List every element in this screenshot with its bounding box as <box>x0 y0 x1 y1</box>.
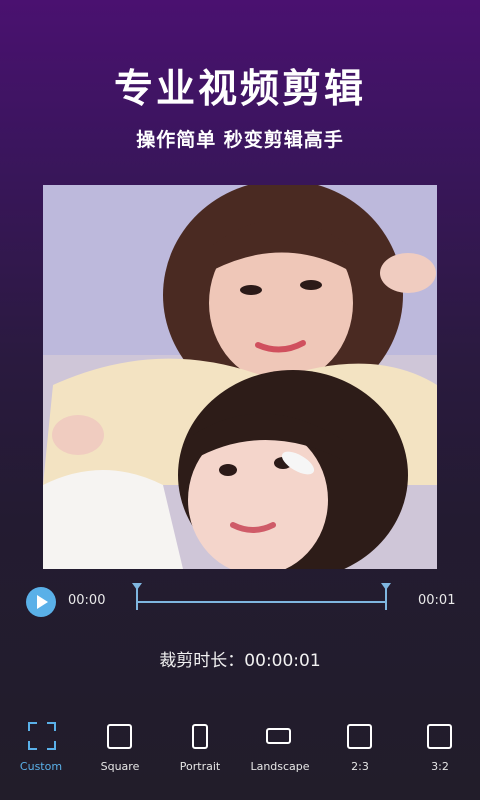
square-icon <box>347 724 372 749</box>
video-preview <box>43 185 437 569</box>
aspect-ratio-toolbar: Custom Square Portrait Landscape 2:3 3:2 <box>0 715 480 785</box>
ratio-landscape[interactable]: Landscape <box>240 715 320 785</box>
ratio-label: 2:3 <box>351 760 369 773</box>
ratio-label: Portrait <box>179 760 221 773</box>
promo-subline: 操作简单 秒变剪辑高手 <box>136 129 344 151</box>
square-icon <box>107 724 132 749</box>
ratio-custom[interactable]: Custom <box>1 715 81 785</box>
ratio-2-3[interactable]: 2:3 <box>320 715 400 785</box>
square-icon <box>427 724 452 749</box>
ratio-label: 3:2 <box>431 760 449 773</box>
portrait-rect-icon <box>192 724 208 749</box>
landscape-rect-icon <box>266 728 291 744</box>
ratio-label: Custom <box>19 760 63 773</box>
trim-start-handle[interactable] <box>132 583 142 610</box>
ratio-label: Landscape <box>250 760 310 773</box>
ratio-label: Square <box>100 760 140 773</box>
ratio-portrait[interactable]: Portrait <box>160 715 240 785</box>
trim-track[interactable] <box>137 601 386 603</box>
current-time: 00:00 <box>68 593 106 608</box>
trim-duration: 裁剪时长：00:00:01 <box>159 651 321 671</box>
ratio-square[interactable]: Square <box>80 715 160 785</box>
trim-end-handle[interactable] <box>381 583 391 610</box>
promo-headline: 专业视频剪辑 <box>113 67 366 112</box>
playback-bar: 00:00 00:01 <box>0 578 480 628</box>
play-button[interactable] <box>26 587 56 617</box>
ratio-3-2[interactable]: 3:2 <box>400 715 480 785</box>
end-time: 00:01 <box>418 593 456 608</box>
video-frame-image <box>43 185 437 569</box>
